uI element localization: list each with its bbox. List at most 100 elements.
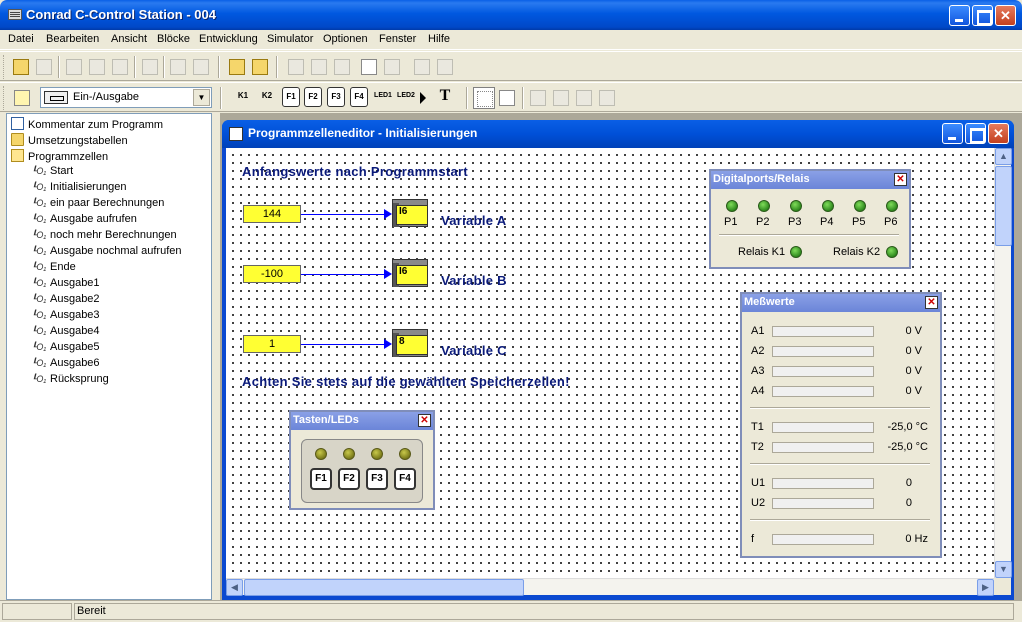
messwerte-window[interactable]: Meßwerte ✕ A1 0 V A2 0 V A3 0 V A4 0 V T1… bbox=[740, 292, 942, 558]
maximize-button[interactable] bbox=[972, 5, 993, 26]
toolbar-grip[interactable] bbox=[3, 86, 6, 110]
close-icon[interactable]: ✕ bbox=[894, 173, 907, 186]
memory-cell-c[interactable]: 8 bbox=[392, 329, 430, 359]
undo-icon[interactable] bbox=[167, 56, 189, 78]
scroll-left-icon[interactable]: ◀ bbox=[226, 579, 243, 596]
paste-icon[interactable] bbox=[109, 56, 131, 78]
tree-item-programmzellen[interactable]: Programmzellen bbox=[11, 149, 108, 165]
key-f3-button[interactable]: F3 bbox=[366, 468, 388, 490]
menu-bloecke[interactable]: Blöcke bbox=[157, 33, 190, 45]
tree-item-umsetzungstabellen[interactable]: Umsetzungstabellen bbox=[11, 133, 128, 149]
tree-item-kommentar[interactable]: Kommentar zum Programm bbox=[11, 117, 163, 133]
value-box-b[interactable]: -100 bbox=[243, 265, 301, 283]
step-out-icon[interactable] bbox=[331, 56, 353, 78]
digitalports-window[interactable]: Digitalports/Relais ✕ P1 P2 P3 P4 P5 P6 R… bbox=[709, 169, 911, 269]
tree-item-cell[interactable]: ┖O₁ noch mehr Berechnungen bbox=[31, 229, 177, 245]
f2-button[interactable]: F2 bbox=[304, 87, 322, 107]
scroll-up-icon[interactable]: ▲ bbox=[995, 148, 1012, 165]
vertical-scrollbar[interactable]: ▲ ▼ bbox=[994, 148, 1012, 578]
snap-icon[interactable] bbox=[496, 87, 518, 109]
value-box-c[interactable]: 1 bbox=[243, 335, 301, 353]
tree-item-cell[interactable]: ┖O₁ Initialisierungen bbox=[31, 181, 126, 197]
key-f4-button[interactable]: F4 bbox=[394, 468, 416, 490]
f1-button[interactable]: F1 bbox=[282, 87, 300, 107]
tree-item-cell[interactable]: ┖O₁ Ausgabe3 bbox=[31, 309, 100, 325]
f3-button[interactable]: F3 bbox=[327, 87, 345, 107]
delete-icon[interactable] bbox=[139, 56, 161, 78]
minimize-button[interactable] bbox=[949, 5, 970, 26]
grid-icon[interactable] bbox=[473, 87, 495, 109]
messwerte-title[interactable]: Meßwerte ✕ bbox=[742, 294, 940, 312]
open-icon[interactable] bbox=[10, 56, 32, 78]
block-category-select[interactable]: Ein-/Ausgabe ▼ bbox=[40, 87, 212, 108]
align-left-icon[interactable] bbox=[527, 87, 549, 109]
close-icon[interactable]: ✕ bbox=[925, 296, 938, 309]
menu-optionen[interactable]: Optionen bbox=[323, 33, 368, 45]
play-icon[interactable] bbox=[418, 87, 428, 109]
scroll-right-icon[interactable]: ▶ bbox=[977, 579, 994, 596]
tasten-leds-window[interactable]: Tasten/LEDs ✕ F1 F2 F3 F4 bbox=[289, 410, 435, 510]
close-button[interactable]: ✕ bbox=[995, 5, 1016, 26]
toolbar-grip[interactable] bbox=[3, 55, 6, 79]
digitalports-title[interactable]: Digitalports/Relais ✕ bbox=[711, 171, 909, 189]
editor-title-bar[interactable]: Programmzelleneditor - Initialisierungen… bbox=[222, 120, 1014, 148]
tree-item-cell[interactable]: ┖O₁ Ausgabe1 bbox=[31, 277, 100, 293]
editor-maximize-button[interactable] bbox=[965, 123, 986, 144]
menu-bearbeiten[interactable]: Bearbeiten bbox=[46, 33, 99, 45]
chevron-down-icon[interactable]: ▼ bbox=[193, 89, 210, 106]
app-title-bar[interactable]: Conrad C-Control Station - 004 ✕ bbox=[0, 0, 1022, 30]
led1-button[interactable]: LED1 bbox=[373, 87, 393, 107]
redo-icon[interactable] bbox=[190, 56, 212, 78]
menu-ansicht[interactable]: Ansicht bbox=[111, 33, 147, 45]
f4-button[interactable]: F4 bbox=[350, 87, 368, 107]
menu-simulator[interactable]: Simulator bbox=[267, 33, 313, 45]
horizontal-scrollbar[interactable]: ◀ ▶ bbox=[226, 578, 994, 596]
tree-item-cell[interactable]: ┖O₁ Ausgabe4 bbox=[31, 325, 100, 341]
menu-entwicklung[interactable]: Entwicklung bbox=[199, 33, 258, 45]
menu-fenster[interactable]: Fenster bbox=[379, 33, 416, 45]
close-icon[interactable]: ✕ bbox=[418, 414, 431, 427]
hand2-icon[interactable] bbox=[381, 56, 403, 78]
app-icon[interactable] bbox=[8, 9, 22, 20]
menu-datei[interactable]: Datei bbox=[8, 33, 34, 45]
k1-button[interactable]: K1 bbox=[234, 87, 252, 107]
menu-hilfe[interactable]: Hilfe bbox=[428, 33, 450, 45]
copy-icon[interactable] bbox=[86, 56, 108, 78]
hand-icon[interactable] bbox=[358, 56, 380, 78]
scroll-down-icon[interactable]: ▼ bbox=[995, 561, 1012, 578]
step-into-icon[interactable] bbox=[308, 56, 330, 78]
upload-icon[interactable] bbox=[249, 56, 271, 78]
editor-icon[interactable] bbox=[229, 127, 243, 141]
panel-splitter[interactable] bbox=[212, 113, 220, 600]
led2-button[interactable]: LED2 bbox=[396, 87, 416, 107]
editor-close-button[interactable]: ✕ bbox=[988, 123, 1009, 144]
editor-minimize-button[interactable] bbox=[942, 123, 963, 144]
tree-item-cell[interactable]: ┖O₁ Start bbox=[31, 165, 73, 181]
project-tree[interactable]: Kommentar zum Programm Umsetzungstabelle… bbox=[6, 113, 212, 600]
tree-item-cell[interactable]: ┖O₁ Ausgabe aufrufen bbox=[31, 213, 137, 229]
key-f1-button[interactable]: F1 bbox=[310, 468, 332, 490]
scroll-thumb[interactable] bbox=[995, 166, 1012, 246]
memory-cell-b[interactable]: I6 bbox=[392, 259, 430, 289]
step-icon[interactable] bbox=[285, 56, 307, 78]
wizard-icon[interactable] bbox=[11, 87, 33, 109]
k2-button[interactable]: K2 bbox=[258, 87, 276, 107]
tree-item-cell[interactable]: ┖O₁ ein paar Berechnungen bbox=[31, 197, 164, 213]
run-icon[interactable] bbox=[411, 56, 433, 78]
tree-item-cell[interactable]: ┖O₁ Ende bbox=[31, 261, 76, 277]
tree-item-cell[interactable]: ┖O₁ Ausgabe5 bbox=[31, 341, 100, 357]
align-top-icon[interactable] bbox=[573, 87, 595, 109]
tree-item-cell[interactable]: ┖O₁ Ausgabe2 bbox=[31, 293, 100, 309]
cut-icon[interactable] bbox=[63, 56, 85, 78]
text-tool-button[interactable]: T bbox=[436, 87, 454, 107]
tree-item-cell[interactable]: ┖O₁ Ausgabe6 bbox=[31, 357, 100, 373]
save-icon[interactable] bbox=[33, 56, 55, 78]
key-f2-button[interactable]: F2 bbox=[338, 468, 360, 490]
align-right-icon[interactable] bbox=[550, 87, 572, 109]
stop-icon[interactable] bbox=[434, 56, 456, 78]
value-box-a[interactable]: 144 bbox=[243, 205, 301, 223]
compile-icon[interactable] bbox=[226, 56, 248, 78]
memory-cell-a[interactable]: I6 bbox=[392, 199, 430, 229]
align-bottom-icon[interactable] bbox=[596, 87, 618, 109]
tasten-leds-title[interactable]: Tasten/LEDs ✕ bbox=[291, 412, 433, 430]
